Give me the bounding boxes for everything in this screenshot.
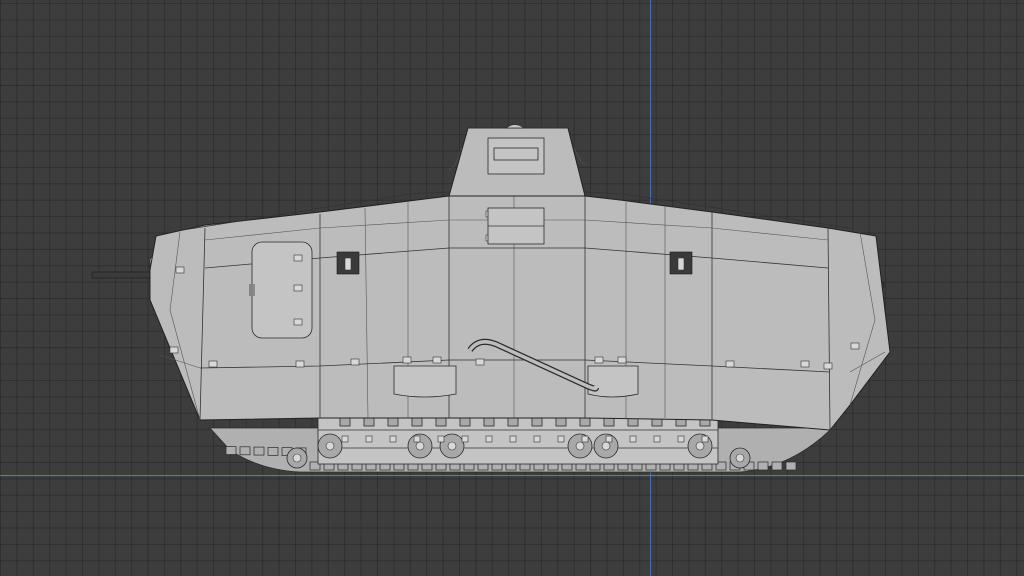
rivet <box>295 360 305 368</box>
rivet <box>594 356 604 364</box>
track-link <box>785 461 797 471</box>
rivet <box>402 356 412 364</box>
rivet <box>175 266 185 274</box>
lower-hatch-left[interactable] <box>393 365 457 398</box>
rivet <box>432 356 442 364</box>
3d-viewport[interactable] <box>0 0 1024 576</box>
rivet <box>850 342 860 350</box>
track-link <box>771 461 783 471</box>
side-door[interactable] <box>251 241 313 339</box>
rivet <box>208 360 218 368</box>
rivet <box>617 356 627 364</box>
track-assembly <box>209 413 831 473</box>
track-link <box>757 461 769 471</box>
rivet <box>475 358 485 366</box>
track-link <box>267 447 279 456</box>
rivet <box>169 346 179 354</box>
rivet <box>823 362 833 370</box>
rivet <box>293 284 303 292</box>
tank-model[interactable] <box>0 0 1024 576</box>
track-link <box>225 446 237 455</box>
track-link <box>253 446 265 456</box>
rivet <box>725 360 735 368</box>
track-link <box>239 446 251 456</box>
rivet <box>800 360 810 368</box>
lower-hatch-right[interactable] <box>587 365 639 398</box>
rivet <box>293 254 303 262</box>
rivet <box>293 318 303 326</box>
rivet <box>350 358 360 366</box>
